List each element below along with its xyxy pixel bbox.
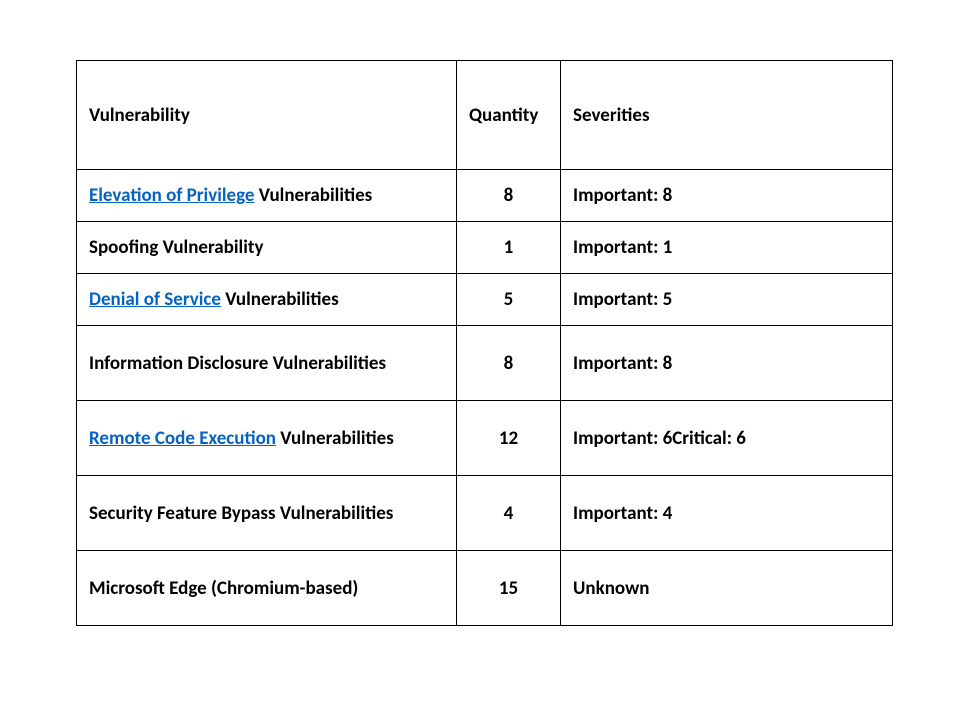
table-row: Spoofing Vulnerability 1 Important: 1 [77,222,893,274]
page: Vulnerability Quantity Severities Elevat… [0,0,960,626]
link-elevation-of-privilege[interactable]: Elevation of Privilege [89,184,254,207]
cell-severities: Important: 8 [561,326,893,401]
link-remote-code-execution[interactable]: Remote Code Execution [89,427,276,450]
table-row: Security Feature Bypass Vulnerabilities … [77,476,893,551]
table-row: Information Disclosure Vulnerabilities 8… [77,326,893,401]
header-vulnerability: Vulnerability [77,61,457,170]
cell-severities: Unknown [561,551,893,626]
cell-quantity: 12 [457,401,561,476]
table-row: Microsoft Edge (Chromium-based) 15 Unkno… [77,551,893,626]
link-denial-of-service[interactable]: Denial of Service [89,288,221,311]
cell-vulnerability: Microsoft Edge (Chromium-based) [77,551,457,626]
cell-vulnerability: Security Feature Bypass Vulnerabilities [77,476,457,551]
cell-severities: Important: 1 [561,222,893,274]
header-severities: Severities [561,61,893,170]
cell-vulnerability-text: Vulnerabilities [254,184,372,207]
table-row: Remote Code Execution Vulnerabilities 12… [77,401,893,476]
cell-vulnerability-text: Security Feature Bypass Vulnerabilities [89,502,393,525]
cell-quantity: 1 [457,222,561,274]
cell-vulnerability-text: Vulnerabilities [221,288,339,311]
cell-quantity: 8 [457,170,561,222]
table-header-row: Vulnerability Quantity Severities [77,61,893,170]
cell-vulnerability: Remote Code Execution Vulnerabilities [77,401,457,476]
cell-severities: Important: 5 [561,274,893,326]
cell-severities: Important: 8 [561,170,893,222]
cell-quantity: 15 [457,551,561,626]
vulnerability-table: Vulnerability Quantity Severities Elevat… [76,60,893,626]
cell-severities: Important: 6Critical: 6 [561,401,893,476]
cell-vulnerability-text: Information Disclosure Vulnerabilities [89,352,386,375]
cell-quantity: 4 [457,476,561,551]
table-row: Denial of Service Vulnerabilities 5 Impo… [77,274,893,326]
cell-vulnerability: Information Disclosure Vulnerabilities [77,326,457,401]
cell-quantity: 5 [457,274,561,326]
cell-quantity: 8 [457,326,561,401]
cell-vulnerability: Spoofing Vulnerability [77,222,457,274]
cell-vulnerability: Elevation of Privilege Vulnerabilities [77,170,457,222]
cell-vulnerability-text: Spoofing Vulnerability [89,236,263,259]
cell-severities: Important: 4 [561,476,893,551]
cell-vulnerability-text: Microsoft Edge (Chromium-based) [89,577,358,600]
header-quantity: Quantity [457,61,561,170]
table-row: Elevation of Privilege Vulnerabilities 8… [77,170,893,222]
cell-vulnerability: Denial of Service Vulnerabilities [77,274,457,326]
cell-vulnerability-text: Vulnerabilities [276,427,394,450]
